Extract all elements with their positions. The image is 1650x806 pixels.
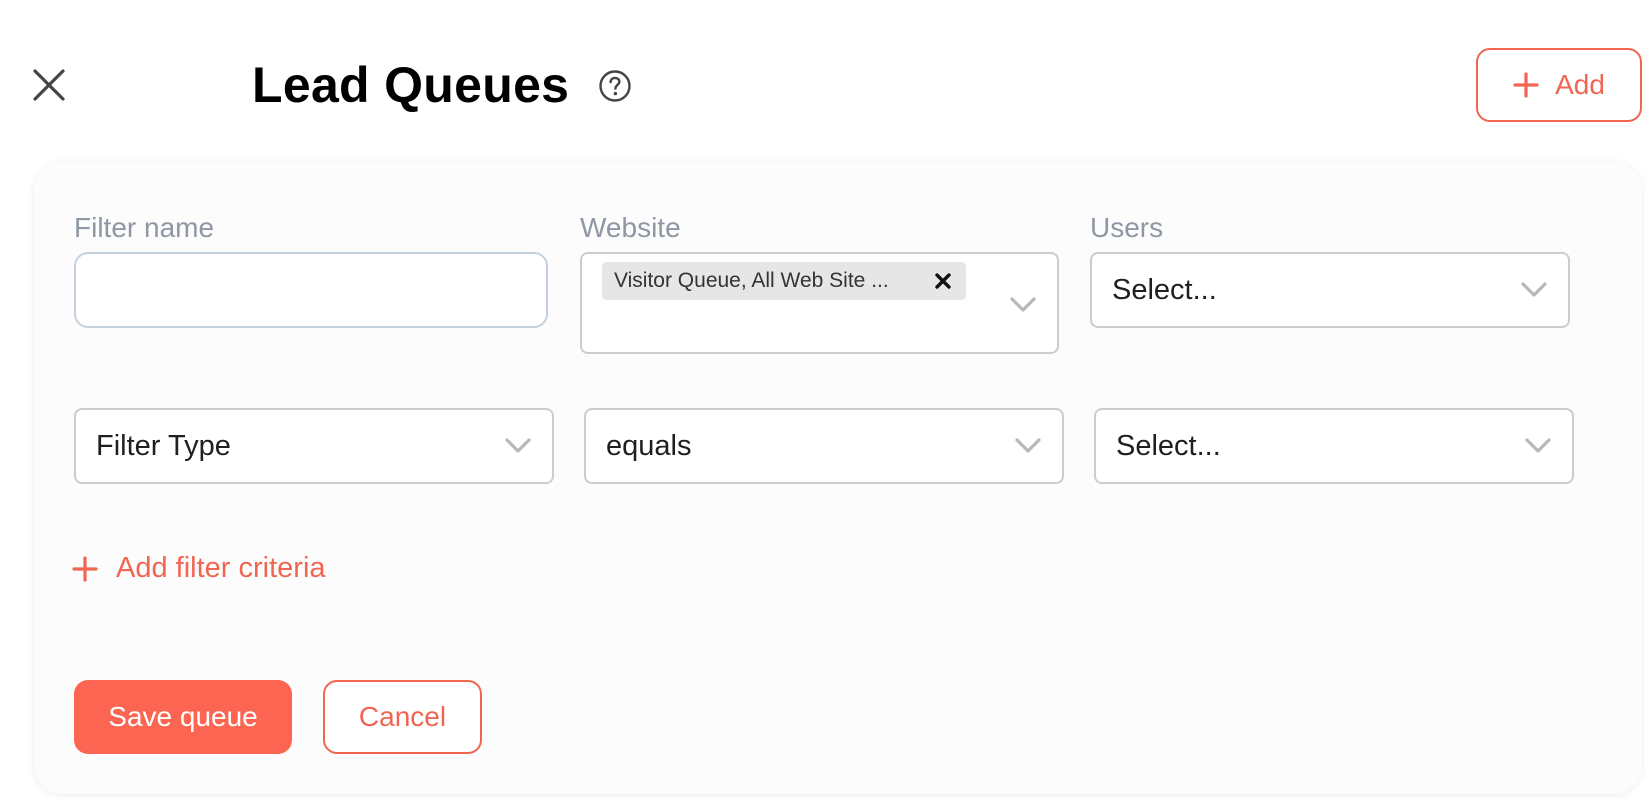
- criteria-value: Select...: [1116, 429, 1221, 462]
- cancel-button[interactable]: Cancel: [323, 680, 482, 754]
- operator-value: equals: [606, 429, 692, 462]
- chevron-down-icon: [1525, 438, 1551, 453]
- page-title: Lead Queues: [252, 57, 570, 113]
- chevron-down-icon: [505, 438, 531, 453]
- chevron-down-icon: [1015, 438, 1041, 453]
- save-queue-button[interactable]: Save queue: [74, 680, 292, 754]
- users-label: Users: [1090, 212, 1164, 243]
- chevron-down-icon: [1521, 282, 1547, 297]
- filter-name-label: Filter name: [74, 212, 215, 243]
- users-select[interactable]: Select...: [1090, 252, 1570, 328]
- filter-type-value: Filter Type: [96, 429, 231, 462]
- remove-chip-icon[interactable]: [928, 266, 958, 296]
- users-select-value: Select...: [1112, 273, 1217, 306]
- add-filter-criteria-button[interactable]: Add filter criteria: [72, 552, 326, 585]
- add-button[interactable]: Add: [1476, 48, 1642, 122]
- plus-icon: [72, 555, 98, 582]
- add-filter-criteria-label: Add filter criteria: [116, 552, 326, 584]
- website-chip: Visitor Queue, All Web Site ...: [602, 262, 966, 300]
- website-label: Website: [580, 212, 681, 243]
- website-select[interactable]: Visitor Queue, All Web Site ...: [580, 252, 1059, 354]
- help-circle-icon[interactable]: [598, 69, 632, 103]
- lead-queues-page: Lead Queues Add Filter name Website Visi…: [0, 0, 1650, 806]
- chevron-down-icon: [1010, 297, 1036, 312]
- website-chip-label: Visitor Queue, All Web Site ...: [614, 269, 889, 292]
- operator-select[interactable]: equals: [584, 408, 1064, 484]
- filter-name-input[interactable]: [74, 252, 548, 328]
- plus-icon: [1513, 72, 1539, 98]
- close-icon[interactable]: [30, 66, 68, 104]
- add-button-label: Add: [1555, 69, 1605, 100]
- filter-type-select[interactable]: Filter Type: [74, 408, 554, 484]
- criteria-value-select[interactable]: Select...: [1094, 408, 1574, 484]
